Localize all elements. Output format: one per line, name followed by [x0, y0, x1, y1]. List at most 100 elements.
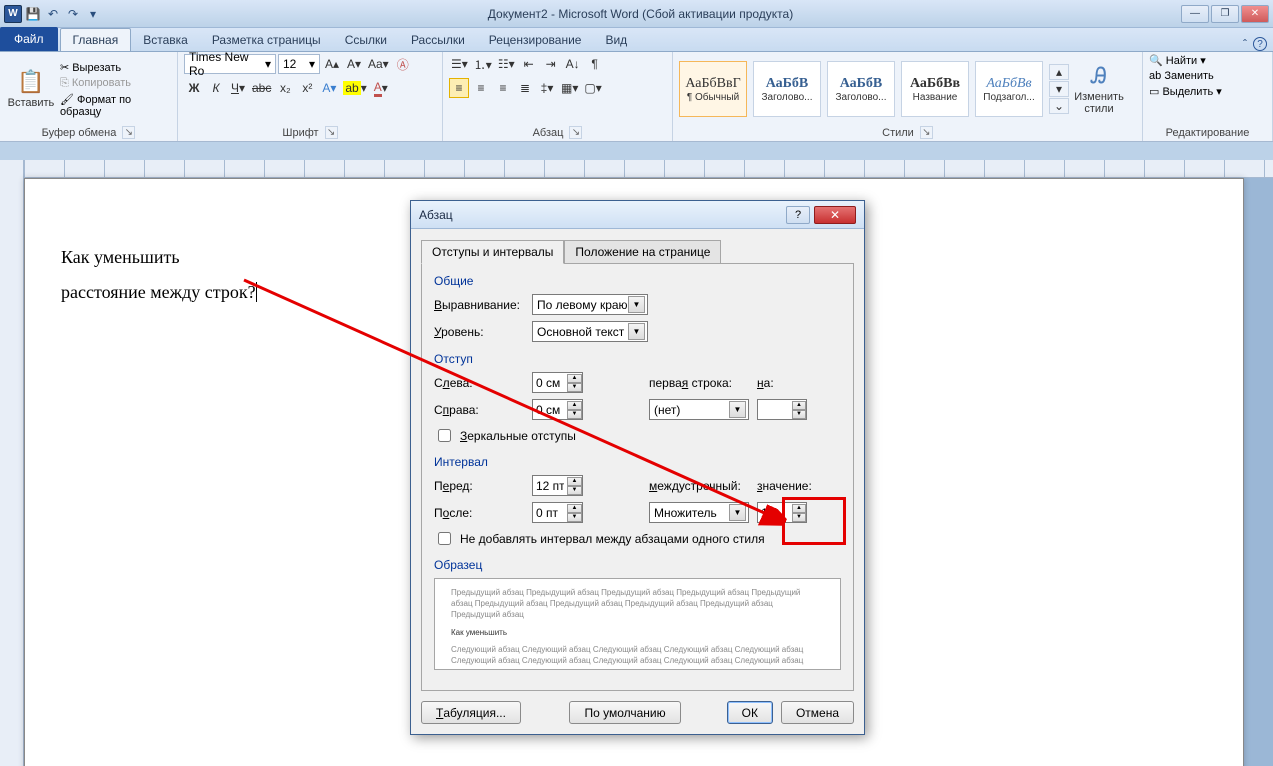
styles-expand[interactable]: ⌄ [1049, 98, 1069, 114]
style-title[interactable]: АаБбВвНазвание [901, 61, 969, 117]
bullets-button[interactable]: ☰▾ [449, 54, 470, 74]
spin-down-icon[interactable]: ▼ [792, 410, 806, 419]
align-center-button[interactable]: ≡ [471, 78, 491, 98]
line-spacing-button[interactable]: ‡▾ [537, 78, 557, 98]
superscript-button[interactable]: x² [297, 78, 317, 98]
strikethrough-button[interactable]: abc [250, 78, 273, 98]
style-subtitle[interactable]: АаБбВвПодзагол... [975, 61, 1043, 117]
vertical-ruler[interactable] [0, 160, 24, 766]
styles-row-up[interactable]: ▴ [1049, 64, 1069, 80]
save-icon[interactable]: 💾 [24, 5, 42, 23]
subscript-button[interactable]: x₂ [275, 78, 295, 98]
after-spinner[interactable]: ▲▼ [532, 502, 583, 523]
tab-file[interactable]: Файл [0, 27, 58, 51]
show-marks-button[interactable]: ¶ [585, 54, 605, 74]
clear-formatting-button[interactable]: Ⓐ [393, 54, 413, 74]
cancel-button[interactable]: Отмена [781, 701, 854, 724]
indent-right-spinner[interactable]: ▲▼ [532, 399, 583, 420]
style-heading2[interactable]: АаБбВЗаголово... [827, 61, 895, 117]
justify-button[interactable]: ≣ [515, 78, 535, 98]
word-icon: W [4, 5, 22, 23]
by-spinner[interactable]: ▲▼ [757, 399, 807, 420]
font-dialog-launcher[interactable]: ↘ [325, 126, 338, 139]
tabs-button[interactable]: Табуляция... [421, 701, 521, 724]
font-size-select[interactable]: 12▾ [278, 54, 320, 74]
mirror-indents-label: Зеркальные отступы [460, 429, 576, 443]
spin-down-icon[interactable]: ▼ [567, 383, 582, 392]
spin-up-icon[interactable]: ▲ [567, 477, 582, 486]
copy-button[interactable]: ⎘ Копировать [60, 77, 171, 90]
spin-down-icon[interactable]: ▼ [567, 410, 582, 419]
mirror-indents-checkbox[interactable] [438, 429, 451, 442]
paragraph-dialog-launcher[interactable]: ↘ [569, 126, 582, 139]
styles-dialog-launcher[interactable]: ↘ [920, 126, 933, 139]
indent-left-spinner[interactable]: ▲▼ [532, 372, 583, 393]
dialog-help-button[interactable]: ? [786, 206, 810, 224]
minimize-button[interactable]: — [1181, 5, 1209, 23]
highlight-button[interactable]: ab▾ [341, 78, 368, 98]
restore-button[interactable]: ❐ [1211, 5, 1239, 23]
tab-view[interactable]: Вид [593, 29, 639, 51]
font-name-select[interactable]: Times New Ro▾ [184, 54, 276, 74]
ok-button[interactable]: ОК [727, 701, 773, 724]
close-button[interactable]: ✕ [1241, 5, 1269, 23]
tab-insert[interactable]: Вставка [131, 29, 200, 51]
dialog-close-button[interactable]: ✕ [814, 206, 856, 224]
font-color-button[interactable]: A▾ [371, 78, 391, 98]
tab-references[interactable]: Ссылки [333, 29, 399, 51]
qat-dropdown-icon[interactable]: ▾ [84, 5, 102, 23]
grow-font-button[interactable]: A▴ [322, 54, 342, 74]
style-heading1[interactable]: АаБбВЗаголово... [753, 61, 821, 117]
styles-row-down[interactable]: ▾ [1049, 81, 1069, 97]
find-button[interactable]: 🔍 Найти ▾ [1149, 54, 1206, 67]
bold-button[interactable]: Ж [184, 78, 204, 98]
clipboard-dialog-launcher[interactable]: ↘ [122, 126, 135, 139]
line-spacing-select[interactable]: Множитель▼ [649, 502, 749, 523]
alignment-select[interactable]: По левому краю▼ [532, 294, 648, 315]
undo-icon[interactable]: ↶ [44, 5, 62, 23]
paste-button[interactable]: 📋 Вставить [6, 56, 56, 122]
spin-up-icon[interactable]: ▲ [567, 401, 582, 410]
select-button[interactable]: ▭ Выделить ▾ [1149, 85, 1222, 98]
dialog-tab-indents[interactable]: Отступы и интервалы [421, 240, 564, 264]
no-space-same-style-checkbox[interactable] [438, 532, 451, 545]
minimize-ribbon-icon[interactable]: ˆ [1243, 37, 1247, 51]
cut-button[interactable]: ✂ Вырезать [60, 61, 171, 74]
tab-home[interactable]: Главная [60, 28, 132, 51]
sort-button[interactable]: A↓ [563, 54, 583, 74]
align-left-button[interactable]: ≡ [449, 78, 469, 98]
level-select[interactable]: Основной текст▼ [532, 321, 648, 342]
decrease-indent-button[interactable]: ⇤ [519, 54, 539, 74]
italic-button[interactable]: К [206, 78, 226, 98]
horizontal-ruler[interactable] [24, 160, 1273, 178]
borders-button[interactable]: ▢▾ [582, 78, 603, 98]
help-icon[interactable]: ? [1253, 37, 1267, 51]
spin-down-icon[interactable]: ▼ [567, 513, 582, 522]
underline-button[interactable]: Ч▾ [228, 78, 248, 98]
dialog-tab-position[interactable]: Положение на странице [564, 240, 721, 264]
replace-button[interactable]: ab Заменить [1149, 70, 1214, 82]
default-button[interactable]: По умолчанию [569, 701, 680, 724]
tab-mailings[interactable]: Рассылки [399, 29, 477, 51]
spin-up-icon[interactable]: ▲ [567, 504, 582, 513]
redo-icon[interactable]: ↷ [64, 5, 82, 23]
align-right-button[interactable]: ≡ [493, 78, 513, 98]
spin-up-icon[interactable]: ▲ [567, 374, 582, 383]
multilevel-button[interactable]: ☷▾ [496, 54, 517, 74]
change-case-button[interactable]: Aa▾ [366, 54, 391, 74]
before-spinner[interactable]: ▲▼ [532, 475, 583, 496]
spin-up-icon[interactable]: ▲ [792, 401, 806, 410]
numbering-button[interactable]: ⒈▾ [472, 54, 494, 74]
spin-down-icon[interactable]: ▼ [567, 486, 582, 495]
tab-review[interactable]: Рецензирование [477, 29, 594, 51]
shading-button[interactable]: ▦▾ [559, 78, 580, 98]
first-line-select[interactable]: (нет)▼ [649, 399, 749, 420]
text-effects-button[interactable]: A▾ [319, 78, 339, 98]
clipboard-group-label: Буфер обмена [42, 127, 117, 139]
tab-page-layout[interactable]: Разметка страницы [200, 29, 333, 51]
format-painter-button[interactable]: 🖌 Формат по образцу [60, 93, 171, 118]
increase-indent-button[interactable]: ⇥ [541, 54, 561, 74]
shrink-font-button[interactable]: A▾ [344, 54, 364, 74]
change-styles-button[interactable]: Ꭿ Изменить стили [1067, 56, 1131, 122]
style-normal[interactable]: АаБбВвГ¶ Обычный [679, 61, 747, 117]
